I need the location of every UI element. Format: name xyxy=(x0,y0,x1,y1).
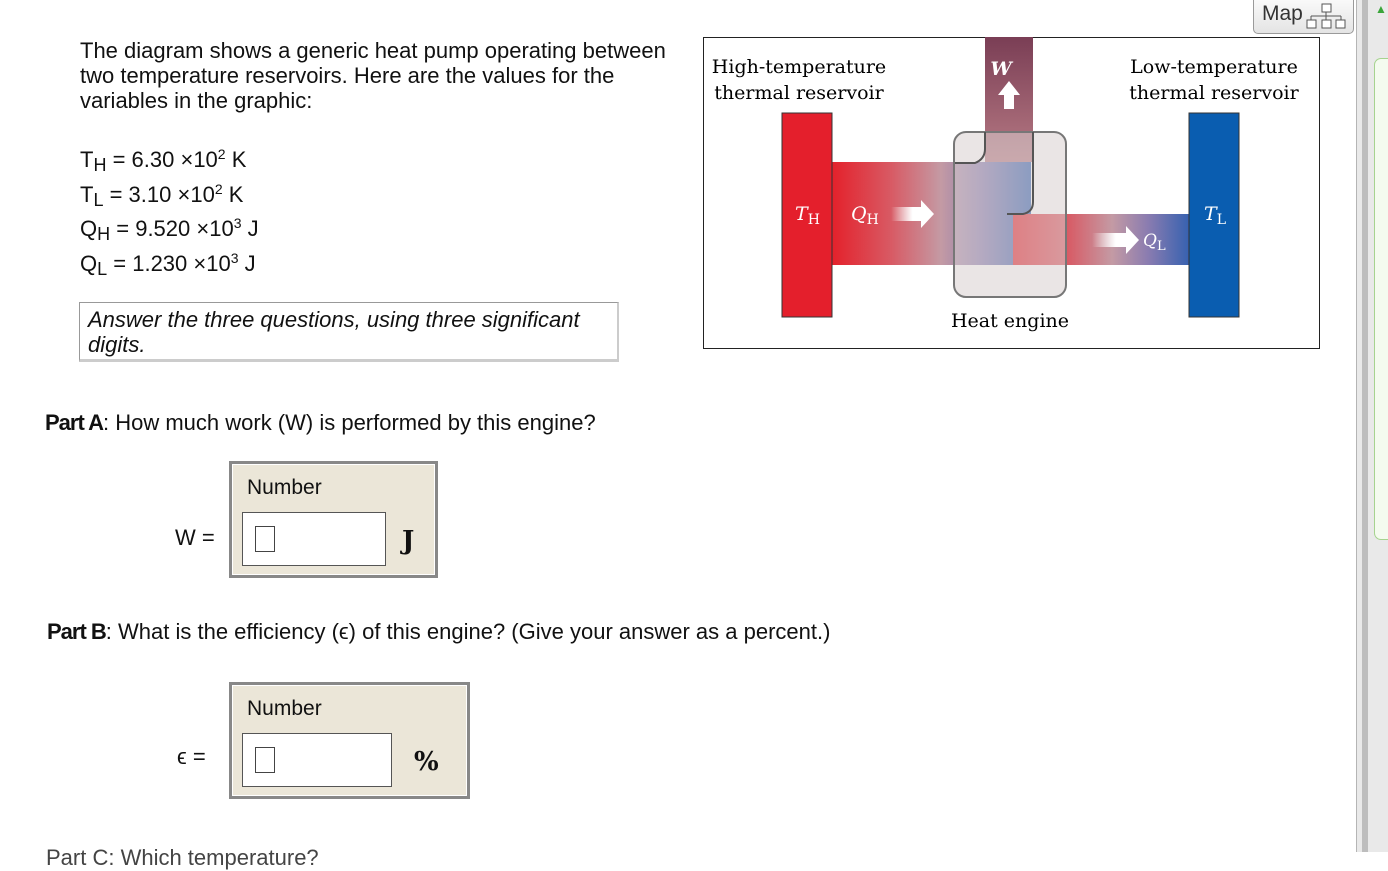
map-button[interactable]: Map xyxy=(1253,0,1354,34)
variable-ql: QL = 1.230 ×103 J xyxy=(80,249,256,279)
variable-list: TH = 6.30 ×102 K TL = 3.10 ×102 K QH = 9… xyxy=(80,139,259,279)
efficiency-number-input[interactable] xyxy=(242,733,392,787)
high-temp-label-line1: High-temperature xyxy=(712,56,886,78)
scroll-up-arrow-icon[interactable]: ▲ xyxy=(1375,2,1387,16)
instruction-note: Answer the three questions, using three … xyxy=(79,302,619,362)
high-temp-label-line2: thermal reservoir xyxy=(714,82,884,104)
low-temp-label-line2: thermal reservoir xyxy=(1129,82,1299,104)
vertical-scrollbar[interactable]: ▲ xyxy=(1356,0,1388,852)
part-b-text: : What is the efficiency (ϵ) of this eng… xyxy=(105,619,831,644)
part-a-text: : How much work (W) is performed by this… xyxy=(102,410,596,435)
part-a-question: Part A: How much work (W) is performed b… xyxy=(45,410,596,436)
variable-qh: QH = 9.520 ×103 J xyxy=(80,215,259,244)
low-temp-label-line1: Low-temperature xyxy=(1130,56,1298,78)
w-label: W xyxy=(990,58,1013,80)
heat-engine-diagram: High-temperature thermal reservoir Low-t… xyxy=(703,37,1320,349)
variable-th: TH = 6.30 ×102 K xyxy=(80,146,247,175)
answer-box-b: Number % xyxy=(229,682,470,799)
efficiency-input-cursor xyxy=(255,747,275,773)
map-button-label: Map xyxy=(1262,2,1303,25)
w-equals-label: W = xyxy=(175,525,215,550)
answer-box-a-caption: Number xyxy=(247,476,322,499)
part-c-question-cutoff: Part C: Which temperature? xyxy=(46,845,319,870)
efficiency-unit-label: % xyxy=(414,747,439,777)
answer-box-a: Number J xyxy=(229,461,438,578)
sitemap-icon xyxy=(1306,3,1346,35)
answer-box-b-caption: Number xyxy=(247,697,322,720)
epsilon-equals-label: ϵ = xyxy=(177,744,206,769)
part-b-label: Part B xyxy=(47,619,107,644)
heat-engine-label: Heat engine xyxy=(951,310,1069,332)
w-unit-label: J xyxy=(402,526,415,556)
variable-tl: TL = 3.10 ×102 K xyxy=(80,180,244,210)
intro-text: The diagram shows a generic heat pump op… xyxy=(80,38,666,113)
w-input-cursor xyxy=(255,526,275,552)
w-number-input[interactable] xyxy=(242,512,386,566)
part-a-label: Part A xyxy=(45,410,104,435)
part-b-question: Part B: What is the efficiency (ϵ) of th… xyxy=(47,619,830,645)
scrollbar-track xyxy=(1362,0,1368,852)
scrollbar-thumb[interactable] xyxy=(1374,58,1388,540)
